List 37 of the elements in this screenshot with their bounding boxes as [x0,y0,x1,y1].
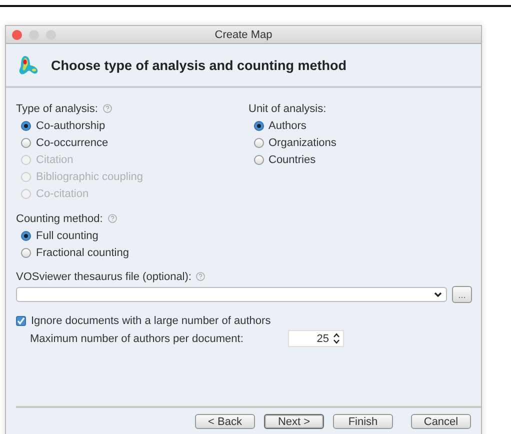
max-authors-spinner[interactable]: 25 [288,330,344,347]
radio-button[interactable] [254,138,264,148]
dialog-button[interactable]: < Back [195,414,255,429]
header-title: Choose type of analysis and counting method [51,58,347,72]
radio-label[interactable]: Authors [268,120,306,132]
dialog-button[interactable]: Next > [264,414,324,429]
max-authors-label: Maximum number of authors per document: [30,332,244,344]
up-down-arrows-icon[interactable] [333,333,340,344]
browse-button[interactable]: ... [452,286,472,303]
help-icon[interactable] [102,104,112,113]
radio-label[interactable]: Organizations [268,136,336,148]
radio-button[interactable] [21,138,31,148]
radio-button[interactable] [254,120,264,130]
checkbox[interactable] [16,316,26,326]
radio-button[interactable] [21,248,31,258]
checkbox-label[interactable]: Ignore documents with a large number of authors [31,314,271,326]
window-title: Create Map [214,28,272,40]
chevron-down-icon [434,292,442,298]
radio-button[interactable] [21,230,31,240]
radio-label[interactable]: Fractional counting [36,246,129,258]
close-button[interactable] [12,30,22,40]
thesaurus-combo-box[interactable] [16,287,447,302]
radio-label[interactable]: Countries [268,154,316,166]
radio-label[interactable]: Full counting [36,230,98,242]
radio-label[interactable]: Co-authorship [36,120,106,132]
group-label: Counting method: [16,212,103,224]
thesaurus-label: VOSviewer thesaurus file (optional): [16,270,192,282]
group-label: Unit of analysis: [248,102,326,114]
help-icon[interactable] [196,272,206,281]
radio-label[interactable]: Co-occurrence [36,136,108,148]
help-icon[interactable] [108,214,117,223]
radio-button[interactable] [21,120,31,130]
dialog-button[interactable]: Cancel [411,414,471,429]
dialog-button[interactable]: Finish [333,414,393,429]
radio-button[interactable] [254,154,264,164]
group-label: Type of analysis: [16,102,98,114]
heatmap-logo-icon [18,54,40,76]
